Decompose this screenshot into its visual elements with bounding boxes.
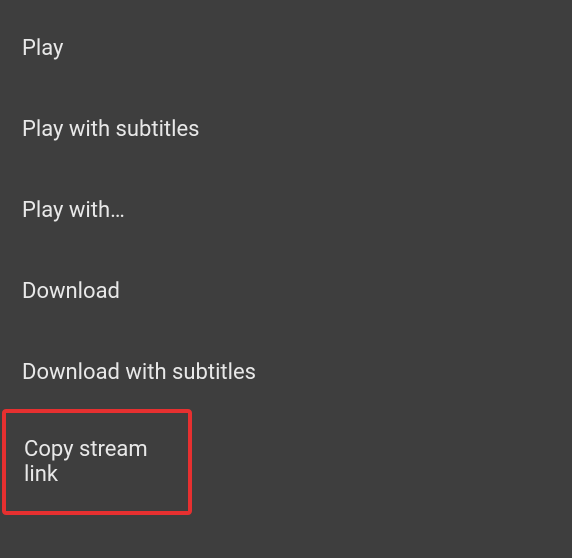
menu-item-play-subtitles[interactable]: Play with subtitles — [0, 89, 572, 170]
menu-item-download-subtitles[interactable]: Download with subtitles — [0, 332, 572, 413]
menu-item-play-with[interactable]: Play with… — [0, 170, 572, 251]
highlight-box: Copy stream link — [2, 409, 192, 515]
menu-item-copy-stream-link[interactable]: Copy stream link — [6, 413, 188, 511]
menu-item-play[interactable]: Play — [0, 8, 572, 89]
menu-item-download[interactable]: Download — [0, 251, 572, 332]
context-menu: Play Play with subtitles Play with… Down… — [0, 0, 572, 515]
